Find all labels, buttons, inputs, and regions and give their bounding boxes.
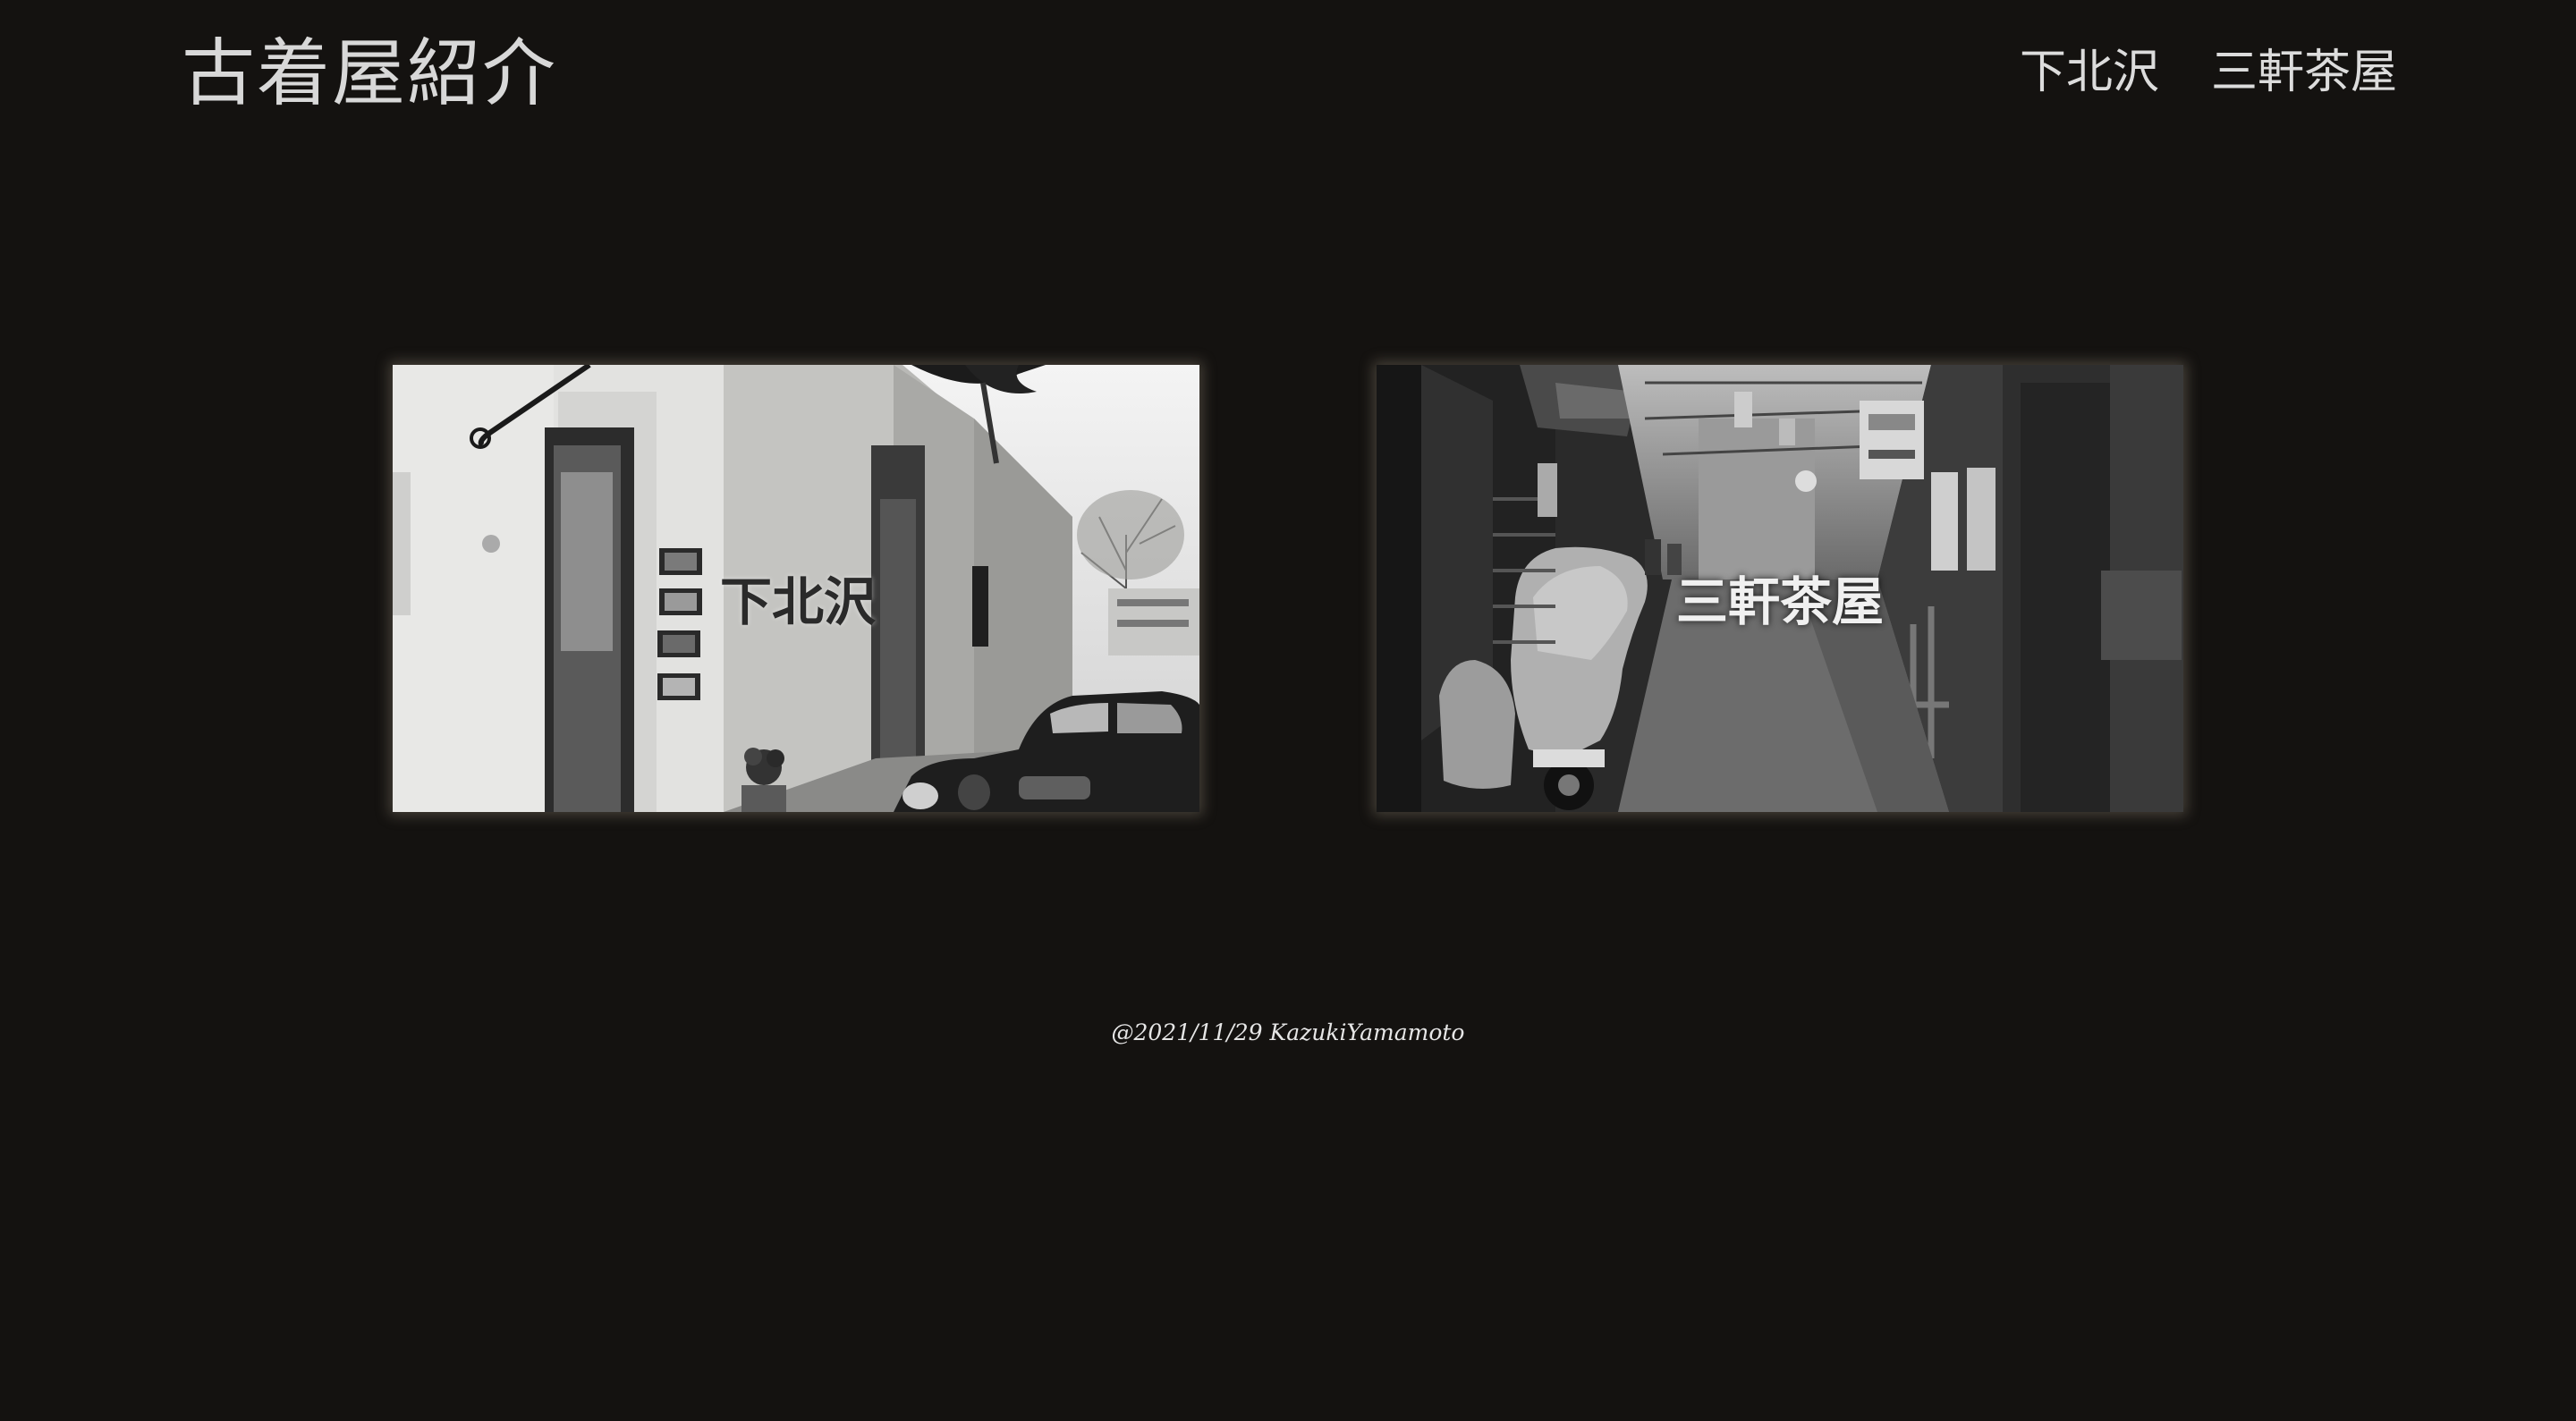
card-shimokitazawa[interactable]: 下北沢 bbox=[393, 365, 1199, 812]
card-caption-sangenjaya: 三軒茶屋 bbox=[1675, 571, 1884, 632]
top-nav: 下北沢 三軒茶屋 bbox=[2020, 43, 2397, 102]
footer-copyright: @2021/11/29 KazukiYamamoto bbox=[1111, 1019, 1465, 1045]
site-title: 古着屋紹介 bbox=[182, 31, 558, 116]
page: 古着屋紹介 下北沢 三軒茶屋 下北沢 三軒茶屋 @2021/11/29 Kazu… bbox=[0, 0, 2576, 1421]
card-sangenjaya[interactable]: 三軒茶屋 bbox=[1377, 365, 2183, 812]
nav-link-sangenjaya[interactable]: 三軒茶屋 bbox=[2211, 43, 2397, 102]
nav-link-shimokitazawa[interactable]: 下北沢 bbox=[2020, 43, 2159, 102]
card-caption-shimokitazawa: 下北沢 bbox=[719, 571, 876, 632]
